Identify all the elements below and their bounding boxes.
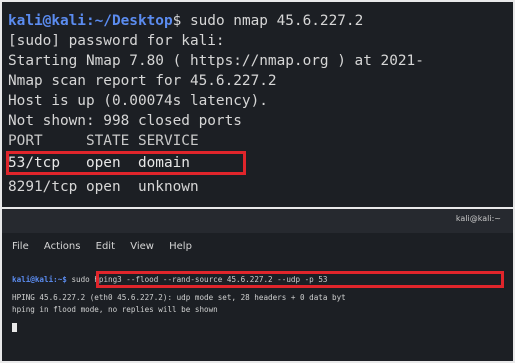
prompt-path: :~$ [53, 275, 67, 284]
nmap-terminal-window[interactable]: kali@kali:~/Desktop$ sudo nmap 45.6.227.… [2, 2, 513, 207]
menu-help[interactable]: Help [169, 241, 192, 252]
highlight-box-port-53 [6, 151, 246, 175]
port-service: unknown [137, 179, 199, 195]
window-title: kali@kali:~ [455, 214, 501, 223]
menu-view[interactable]: View [130, 241, 154, 252]
hping-output-line2: hping in flood mode, no replies will be … [12, 305, 218, 314]
menu-actions[interactable]: Actions [44, 241, 81, 252]
hping-output-line1: HPING 45.6.227.2 (eth0 45.6.227.2): udp … [12, 293, 346, 302]
sudo-password-line: [sudo] password for kali: [8, 33, 225, 49]
port-number: 8291/tcp [8, 179, 78, 195]
prompt-path: :~/Desktop [85, 13, 173, 29]
prompt-user: kali@kali [8, 13, 86, 29]
highlight-box-hping-command [96, 271, 504, 288]
host-up-line: Host is up (0.00074s latency). [8, 93, 268, 109]
port-table-header: PORT STATE SERVICE [8, 133, 199, 149]
port-state: open [85, 179, 121, 195]
menu-file[interactable]: File [12, 241, 29, 252]
menu-edit[interactable]: Edit [96, 241, 115, 252]
scan-report-line: Nmap scan report for 45.6.227.2 [8, 73, 277, 89]
nmap-command: sudo nmap 45.6.227.2 [181, 13, 364, 29]
terminal-cursor [12, 323, 17, 332]
not-shown-line: Not shown: 998 closed ports [8, 113, 242, 129]
nmap-start-line: Starting Nmap 7.80 ( https://nmap.org ) … [8, 53, 424, 69]
menu-bar: File Actions Edit View Help [12, 241, 513, 259]
nmap-command-line: kali@kali:~/Desktop$ sudo nmap 45.6.227.… [8, 12, 363, 30]
window-titlebar[interactable]: kali@kali:~ [2, 209, 513, 233]
port-row-8291: 8291/tcp open unknown [8, 178, 199, 196]
prompt-user: kali@kali [12, 275, 54, 284]
hping-terminal-window[interactable]: kali@kali:~ File Actions Edit View Help … [2, 209, 513, 361]
prompt-symbol: $ [172, 13, 182, 29]
